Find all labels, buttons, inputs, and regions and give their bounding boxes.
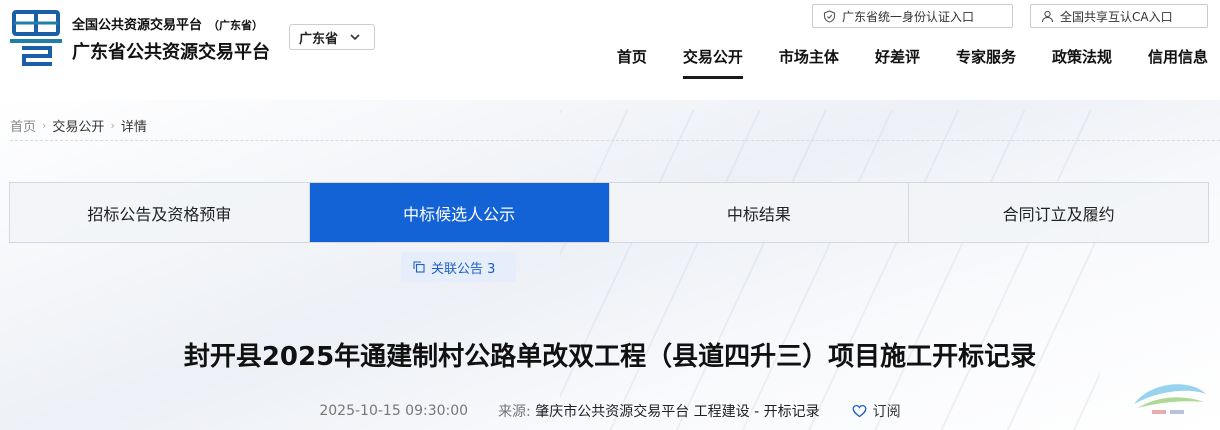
nav-credit-info[interactable]: 信用信息: [1148, 46, 1208, 79]
tab-candidate-publicity[interactable]: 中标候选人公示: [309, 183, 610, 242]
region-select-value: 广东省: [299, 31, 339, 47]
region-select[interactable]: 广东省: [289, 24, 375, 50]
tab-tender-notice[interactable]: 招标公告及资格预审: [10, 183, 310, 242]
source-info: 来源: 肇庆市公共资源交易平台 工程建设 - 开标记录: [498, 401, 820, 421]
site-subtitle-text: 全国公共资源交易平台: [72, 18, 203, 33]
ca-auth-label: 全国共享互认CA入口: [1060, 9, 1173, 24]
main-nav: 首页 交易公开 市场主体 好差评 专家服务 政策法规 信用信息: [617, 46, 1208, 79]
identity-auth-label: 广东省统一身份认证入口: [842, 9, 975, 24]
ca-auth-button[interactable]: 全国共享互认CA入口: [1030, 4, 1208, 28]
source-label: 来源:: [498, 404, 531, 420]
breadcrumb-divider: [10, 140, 1220, 141]
site-subtitle-region: （广东省）: [208, 19, 264, 32]
tab-award-result[interactable]: 中标结果: [610, 183, 910, 242]
related-notices-label: 关联公告 3: [431, 261, 496, 277]
heart-icon: [852, 404, 867, 418]
subscribe-label: 订阅: [872, 404, 901, 420]
document-meta: 2025-10-15 09:30:00 来源: 肇庆市公共资源交易平台 工程建设…: [0, 401, 1220, 421]
watermark-logo-icon: [1134, 384, 1206, 414]
breadcrumb-current: 详情: [120, 120, 147, 135]
chevron-down-icon: [350, 33, 360, 40]
background-decoration: [0, 100, 1220, 430]
breadcrumb: 首页 › 交易公开 › 详情: [10, 116, 147, 135]
breadcrumb-separator-icon: ›: [110, 119, 115, 132]
site-header: 全国公共资源交易平台 （广东省） 广东省公共资源交易平台 广东省 广东省统一身份认…: [0, 0, 1220, 98]
site-title[interactable]: 广东省公共资源交易平台: [72, 38, 270, 64]
nav-reviews[interactable]: 好差评: [875, 46, 920, 79]
document-title: 封开县2025年通建制村公路单改双工程（县道四升三）项目施工开标记录: [183, 342, 1037, 372]
stage-tabs: 招标公告及资格预审 中标候选人公示 中标结果 合同订立及履约: [9, 182, 1209, 243]
nav-market-entities[interactable]: 市场主体: [779, 46, 839, 79]
breadcrumb-section[interactable]: 交易公开: [52, 116, 104, 135]
copy-icon: [413, 261, 425, 273]
subscribe-button[interactable]: 订阅: [852, 401, 901, 421]
source-value: 肇庆市公共资源交易平台 工程建设 - 开标记录: [535, 404, 820, 420]
nav-expert-services[interactable]: 专家服务: [956, 46, 1016, 79]
user-icon: [1041, 10, 1054, 22]
breadcrumb-separator-icon: ›: [42, 119, 47, 132]
yue-logo-icon[interactable]: [10, 10, 62, 66]
related-notices-button[interactable]: 关联公告 3: [401, 252, 516, 282]
breadcrumb-home[interactable]: 首页: [10, 116, 36, 135]
shield-icon: [823, 9, 836, 23]
nav-policies[interactable]: 政策法规: [1052, 46, 1112, 79]
nav-transactions[interactable]: 交易公开: [682, 46, 743, 79]
identity-auth-button[interactable]: 广东省统一身份认证入口: [812, 4, 1013, 28]
nav-home[interactable]: 首页: [617, 46, 647, 79]
publish-date: 2025-10-15 09:30:00: [319, 403, 469, 419]
site-subtitle: 全国公共资源交易平台 （广东省）: [72, 14, 263, 33]
tab-contract[interactable]: 合同订立及履约: [909, 183, 1208, 242]
